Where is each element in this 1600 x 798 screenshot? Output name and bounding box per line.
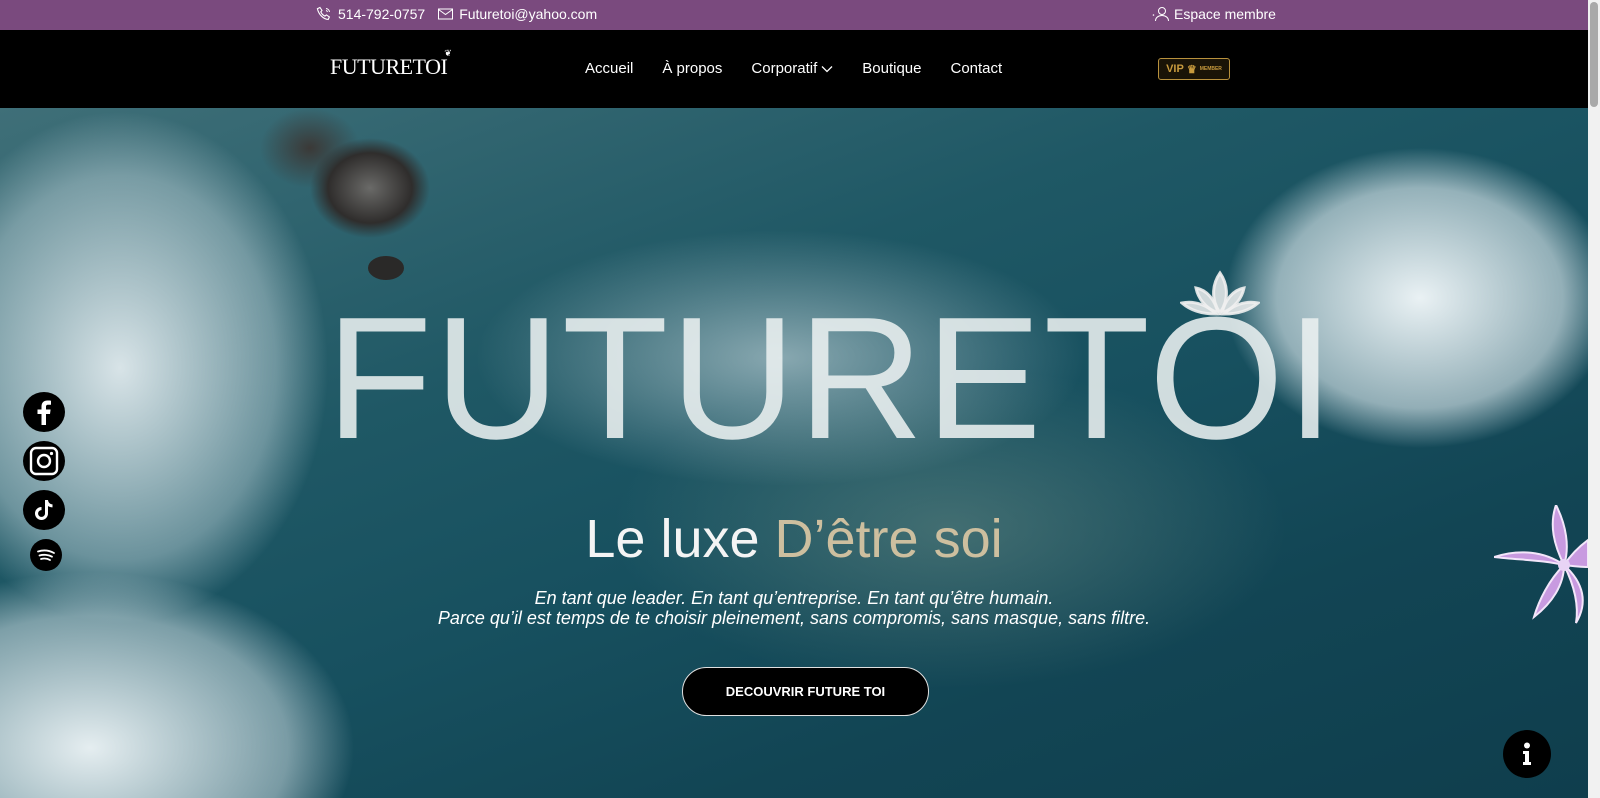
scrollbar-thumb[interactable] [1590,2,1598,107]
tagline-main: Le luxe [585,509,760,569]
nav-about[interactable]: À propos [662,60,722,77]
email-address: Futuretoi@yahoo.com [459,6,598,22]
site-header: FUTURETOI ❦ Accueil À propos Corporatif … [0,30,1588,108]
lotus-icon [1180,270,1260,316]
top-contact-bar: 514-792-0757 Futuretoi@yahoo.com Espace … [0,0,1588,30]
phone-link[interactable]: 514-792-0757 [316,6,425,22]
facebook-link[interactable] [23,392,65,432]
instagram-link[interactable] [23,441,65,481]
member-label: Espace membre [1174,6,1276,22]
nav-shop[interactable]: Boutique [862,60,921,77]
social-bar [23,392,65,580]
rocks-decoration [260,108,440,268]
email-link[interactable]: Futuretoi@yahoo.com [438,6,597,22]
tiktok-icon [35,500,53,520]
spotify-link[interactable] [30,539,62,571]
vip-label: VIP [1166,63,1184,75]
crown-icon: ♛ [1186,63,1197,76]
info-button[interactable] [1503,730,1551,778]
site-logo[interactable]: FUTURETOI ❦ [330,48,452,80]
vip-member-badge[interactable]: VIP ♛ MEMBER [1158,58,1230,80]
tagline-accent: D’être soi [774,509,1003,569]
instagram-icon [29,446,59,476]
member-area-link[interactable]: Espace membre [1152,6,1276,22]
spotify-icon [37,549,55,561]
rock-decoration [368,256,404,280]
chevron-down-icon [821,65,833,72]
vip-sub-label: MEMBER [1199,66,1222,72]
logo-text: FUTURETOI [330,54,448,79]
facebook-icon [37,400,51,425]
tiktok-link[interactable] [23,490,65,530]
user-icon [1152,7,1169,22]
flower-decoration [1494,505,1588,624]
subline-1: En tant que leader. En tant qu’entrepris… [534,588,1054,608]
hero-section: FUTURETOI Le luxe D’être soi En tant que… [0,108,1588,798]
mail-icon [438,8,454,20]
nav-home[interactable]: Accueil [585,60,633,77]
hero-tagline: Le luxe D’être soi [0,508,1588,570]
subline-2: Parce qu’il est temps de te choisir plei… [437,608,1151,628]
discover-button[interactable]: DECOUVRIR FUTURE TOI [682,667,929,716]
phone-number: 514-792-0757 [338,6,426,22]
phone-icon [316,6,331,21]
lotus-icon: ❦ [444,48,452,58]
nav-corporate[interactable]: Corporatif [751,60,833,77]
page-scrollbar[interactable] [1588,0,1600,798]
main-nav: Accueil À propos Corporatif Boutique Con… [585,60,1031,77]
nav-contact[interactable]: Contact [950,60,1002,77]
nav-corporate-label: Corporatif [751,60,818,77]
hero-brand-logo: FUTURETOI [326,280,1337,475]
info-icon [1523,742,1531,765]
hero-subline: En tant que leader. En tant qu’entrepris… [0,588,1588,628]
contact-info: 514-792-0757 Futuretoi@yahoo.com [316,6,610,22]
